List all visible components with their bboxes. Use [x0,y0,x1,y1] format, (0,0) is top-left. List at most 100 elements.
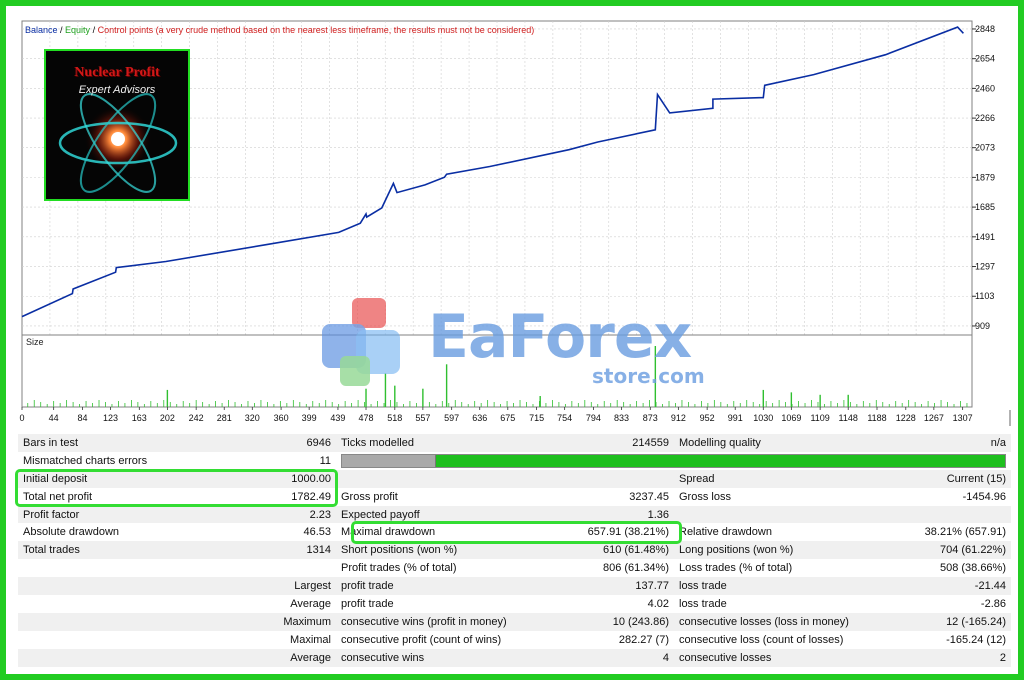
x-tick-label: 1069 [781,413,801,423]
stat-value: Average [202,648,336,667]
modelling-quality-bar [341,453,1006,468]
stat-value: 11 [319,454,331,467]
stats-row: Average profit trade 4.02 loss trade -2.86 [18,595,1011,613]
stat-value: 657.91 (38.21%) [587,526,669,539]
x-tick-label: 1148 [839,413,858,423]
stats-row: Largest profit trade 137.77 loss trade -21.4… [18,577,1011,596]
x-tick-label: 833 [614,413,629,423]
x-tick-label: 399 [302,413,317,423]
size-chart: Size 0 44 84 123 163 202 242 281 320 360 399 439 478… [19,334,1011,426]
x-tick-label: 1267 [924,413,944,423]
x-tick-label: 281 [217,413,232,423]
stat-value: 3237.45 [629,490,669,503]
x-tick-label: 636 [472,413,487,423]
stat-value: 4 [536,648,674,667]
stat-value: 1782.49 [291,490,331,503]
x-tick-label: 557 [415,413,430,423]
modelling-quality-bar-cell [336,452,1011,470]
x-tick-label: 597 [444,413,459,423]
y-tick-label: 2266 [975,113,995,123]
legend-equity: Equity [65,25,91,35]
logo-title: Nuclear Profit [74,65,160,80]
stats-row: Mismatched charts errors 11 [18,452,1011,470]
stat-value: 38.21% (657.91) [924,526,1006,539]
stats-row: Maximum consecutive wins (profit in money… [18,612,1011,631]
stat-label [336,469,536,488]
stat-label: Mismatched charts errors [23,454,148,467]
stat-label: Ticks modelled [336,434,536,452]
x-tick-label: 242 [189,413,204,423]
stat-value: -1454.96 [962,490,1006,503]
stat-value: 282.27 (7) [618,633,669,646]
stat-value: Maximal [290,633,331,646]
stat-label [18,631,202,649]
stat-label [18,648,202,667]
logo-subtitle: Expert Advisors [78,84,156,96]
stat-value: Maximum [202,612,336,631]
x-tick-label: 123 [103,413,118,423]
y-tick-label: 2654 [975,54,995,64]
stat-value [202,559,336,577]
stat-label: Maximal drawdown [341,526,436,539]
stat-value: 214559 [536,434,674,452]
stat-label: Gross loss [679,490,731,503]
stats-row: Initial deposit 1000.00 Spread Current (15) [18,469,1011,488]
stats-row: Total trades 1314 Short positions (won %) 6… [18,541,1011,560]
y-tick-label: 2848 [975,24,995,34]
stat-value: -2.86 [980,597,1006,610]
stat-value [879,505,1011,524]
legend-separator: / [57,25,66,35]
x-tick-label: 715 [529,413,544,423]
stat-label: Loss trades (% of total) [679,562,793,575]
stat-value: 508 (38.66%) [939,562,1006,575]
y-tick-label: 1685 [975,202,995,212]
stats-row: Absolute drawdown 46.53 Maximal drawdown 65… [18,523,1011,541]
x-tick-label: 873 [643,413,658,423]
stat-label: Gross profit [341,490,398,503]
report-frame: 909 1103 1297 1491 1685 1879 2073 2266 2460 2654 2… [0,0,1024,680]
x-tick-label: 794 [586,413,601,423]
stat-label: Short positions (won %) [336,541,536,560]
x-tick-label: 44 [49,413,59,423]
stat-label: Relative drawdown [679,526,772,539]
stat-value [536,469,674,488]
stat-label: loss trade [674,577,879,596]
x-tick-label: 518 [387,413,402,423]
y-tick-label: 1491 [975,232,995,242]
stats-row: Maximal consecutive profit (count of wins… [18,631,1011,649]
stat-label: consecutive wins [336,648,536,667]
legend-control-points: Control points (a very crude method base… [97,25,535,35]
x-tick-label: 675 [500,413,515,423]
stat-value: 137.77 [536,577,674,596]
stat-label: Total net profit [23,490,93,503]
x-tick-label: 0 [19,413,24,423]
stat-label: loss trade [679,597,727,610]
modelling-quality-bar-grey [342,454,436,467]
stat-value: 610 (61.48%) [536,541,674,560]
x-tick-label: 478 [358,413,373,423]
stat-value: 46.53 [303,526,331,539]
stat-value: 2 [879,648,1011,667]
stat-label: Expected payoff [336,505,536,524]
stat-value: 704 (61.22%) [879,541,1011,560]
stat-label: Initial deposit [18,469,202,488]
stat-value: 6946 [202,434,336,452]
stats-row: Total net profit 1782.49 Gross profit 3237.… [18,488,1011,506]
stat-label: profit trade [341,597,394,610]
stat-value: 1314 [202,541,336,560]
x-tick-label: 1109 [810,413,829,423]
x-tick-label: 991 [728,413,743,423]
stat-label: profit trade [336,577,536,596]
x-tick-label: 1228 [896,413,916,423]
y-tick-label: 1103 [975,291,994,301]
stats-row: Profit trades (% of total) 806 (61.34%) Lo… [18,559,1011,577]
legend-balance: Balance [25,25,58,35]
stat-label: Absolute drawdown [23,526,120,539]
stat-value: 2.23 [202,505,336,524]
stat-value: 1000.00 [202,469,336,488]
y-tick-label: 1879 [975,172,995,182]
stats-row: Profit factor 2.23 Expected payoff 1.36 [18,505,1011,524]
y-tick-label: 909 [975,321,990,331]
y-tick-label: 2460 [975,83,995,93]
x-tick-label: 1030 [753,413,773,423]
